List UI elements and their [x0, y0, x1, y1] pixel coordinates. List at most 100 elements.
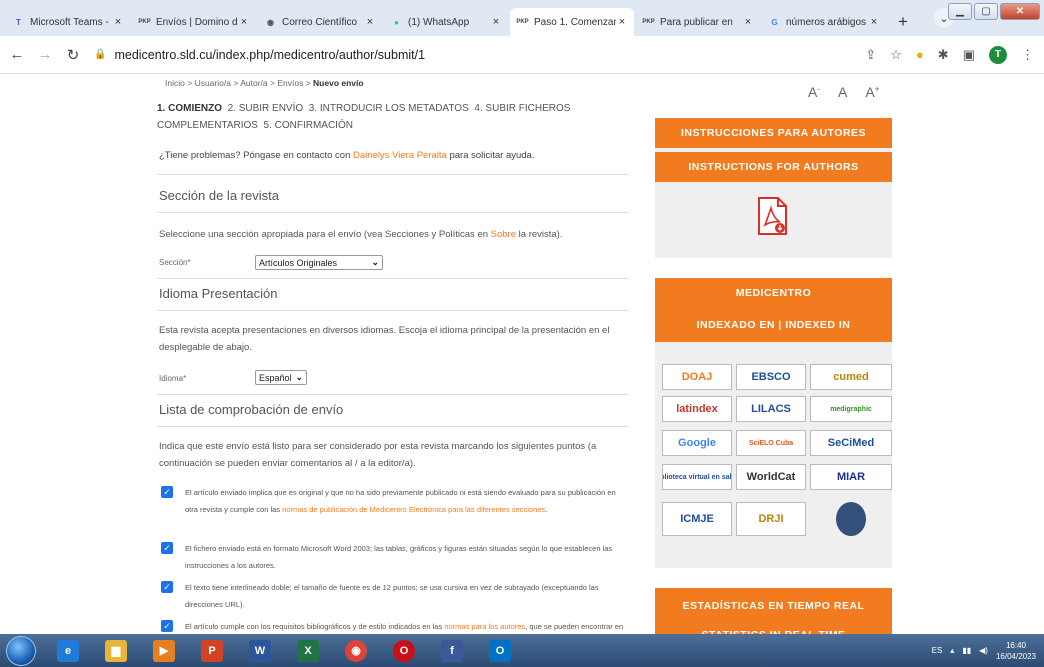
checkbox[interactable]: ✓ [161, 486, 173, 498]
browser-tab[interactable]: PKP Para publicar en × [636, 8, 760, 36]
logo-worldcat[interactable]: WorldCat [736, 464, 806, 490]
media-player-icon[interactable]: ▶ [144, 636, 184, 666]
word-icon[interactable]: W [240, 636, 280, 666]
tray-arrow-icon[interactable]: ▴ [950, 646, 954, 655]
mail-icon: ◉ [267, 17, 274, 27]
logo-lilacs[interactable]: LILACS [736, 396, 806, 422]
logo-google[interactable]: Google [662, 430, 732, 456]
browser-tab[interactable]: T Microsoft Teams - × [6, 8, 130, 36]
checklist-item-text: El artículo enviado implica que es origi… [185, 484, 627, 518]
close-tab-icon[interactable]: × [868, 16, 880, 28]
logo-miar[interactable]: MIAR [810, 464, 892, 490]
language-indicator[interactable]: ES [932, 646, 943, 655]
logo-bvs[interactable]: biblioteca virtual en salud [662, 464, 732, 490]
explorer-icon[interactable]: ▆ [96, 636, 136, 666]
logo-latindex[interactable]: latindex [662, 396, 732, 422]
contact-link[interactable]: Dainelys Viera Peralta [353, 150, 447, 161]
close-tab-icon[interactable]: × [112, 16, 124, 28]
browser-tab[interactable]: ◉ Correo Científico × [258, 8, 382, 36]
volume-icon[interactable]: ◀) [979, 646, 988, 655]
share-icon[interactable]: ⇪ [865, 47, 876, 63]
menu-icon[interactable]: ⋮ [1021, 47, 1034, 63]
logo-seal[interactable] [836, 502, 866, 536]
pdf-icon[interactable] [756, 197, 788, 235]
checklist-item: ✓ El fichero enviado está en formato Micr… [161, 540, 627, 574]
logo-doaj[interactable]: DOAJ [662, 364, 732, 390]
powerpoint-icon[interactable]: P [192, 636, 232, 666]
logo-cubamed[interactable]: cumed [810, 364, 892, 390]
checklist-text: El fichero enviado está en formato Micro… [185, 544, 613, 570]
about-link[interactable]: Sobre [491, 229, 516, 240]
font-larger-mark: + [874, 84, 880, 94]
ie-icon[interactable]: e [48, 636, 88, 666]
close-tab-icon[interactable]: × [364, 16, 376, 28]
side-panel-icon[interactable]: ▣ [963, 47, 975, 63]
network-icon[interactable]: ▮▮ [962, 646, 971, 655]
browser-tab[interactable]: PKP Envíos | Domino d × [132, 8, 256, 36]
system-tray: ES ▴ ▮▮ ◀) 16:40 16/04/2023 [932, 634, 1036, 667]
section-select[interactable]: Artículos Originales ⌄ [255, 255, 383, 270]
browser-tab[interactable]: Gnúmeros arábigos × [762, 8, 886, 36]
clock[interactable]: 16:40 16/04/2023 [996, 640, 1036, 662]
breadcrumb-author[interactable]: Autor/a [240, 78, 267, 88]
outlook-icon[interactable]: O [480, 636, 520, 666]
url-field[interactable]: 🔒 medicentro.sld.cu/index.php/medicentro… [94, 41, 865, 69]
indexed-title-bar: INDEXADO EN | INDEXED IN [655, 308, 892, 342]
extensions-puzzle-icon[interactable]: ✱ [938, 47, 949, 63]
close-tab-icon[interactable]: × [616, 16, 628, 28]
logo-scielo[interactable]: SciELO Cuba [736, 430, 806, 456]
font-smaller-button[interactable]: A- [808, 84, 820, 100]
facebook-icon[interactable]: f [432, 636, 472, 666]
instructions-en-link[interactable]: INSTRUCTIONS FOR AUTHORS [655, 152, 892, 182]
close-tab-icon[interactable]: × [490, 16, 502, 28]
breadcrumb-submissions[interactable]: Envíos [277, 78, 303, 88]
logo-medigraphic[interactable]: medigraphic [810, 396, 892, 422]
checklist-link[interactable]: normas para los autores [444, 622, 525, 631]
powerpoint-icon-glyph: P [201, 639, 223, 662]
back-button[interactable]: ← [6, 46, 28, 63]
maximize-button[interactable]: ▢ [974, 3, 998, 20]
bookmark-star-icon[interactable]: ☆ [890, 47, 902, 63]
font-size-controls: A- A A+ [808, 84, 879, 100]
checkbox[interactable]: ✓ [161, 581, 173, 593]
checklist-item-text: El artículo cumple con los requisitos bi… [185, 618, 627, 634]
browser-tab[interactable]: ● (1) WhatsApp × [384, 8, 508, 36]
forward-button[interactable]: → [34, 46, 56, 63]
logo-drji[interactable]: DRJI [736, 502, 806, 536]
stats-en-bar[interactable]: STATISTICS IN REAL TIME [655, 624, 892, 634]
lock-icon: 🔒 [94, 49, 107, 60]
profile-avatar[interactable]: T [989, 45, 1007, 64]
logo-ebsco[interactable]: EBSCO [736, 364, 806, 390]
start-button[interactable] [6, 635, 36, 666]
instructions-es-link[interactable]: INSTRUCCIONES PARA AUTORES [655, 118, 892, 148]
logo-secimed[interactable]: SeCiMed [810, 430, 892, 456]
browser-tab[interactable]: PKP Paso 1. Comenzar × [510, 8, 634, 36]
word-icon-glyph: W [249, 639, 271, 662]
close-tab-icon[interactable]: × [238, 16, 250, 28]
chevron-down-icon: ⌄ [295, 372, 303, 382]
chrome-icon[interactable]: ◉ [336, 636, 376, 666]
new-tab-button[interactable]: + [892, 11, 914, 33]
divider [157, 310, 629, 311]
window-controls: ▁ ▢ ✕ [948, 3, 1040, 20]
reload-button[interactable]: ↻ [62, 46, 84, 64]
excel-icon[interactable]: X [288, 636, 328, 666]
breadcrumb-user[interactable]: Usuario/a [195, 78, 231, 88]
pkp-icon: PKP [642, 19, 655, 25]
breadcrumb-home[interactable]: Inicio [165, 78, 185, 88]
close-tab-icon[interactable]: × [742, 16, 754, 28]
logo-icmje[interactable]: ICMJE [662, 502, 732, 536]
font-larger-button[interactable]: A+ [865, 84, 879, 100]
opera-icon[interactable]: O [384, 636, 424, 666]
checkbox[interactable]: ✓ [161, 542, 173, 554]
help-before: ¿Tiene problemas? Póngase en contacto co… [159, 150, 353, 161]
font-normal-button[interactable]: A [838, 84, 847, 100]
language-select[interactable]: Español ⌄ [255, 370, 307, 385]
checklist-link[interactable]: normas de publicación de Medicentro Elec… [282, 505, 545, 514]
checkbox[interactable]: ✓ [161, 620, 173, 632]
close-window-button[interactable]: ✕ [1000, 3, 1040, 20]
minimize-button[interactable]: ▁ [948, 3, 972, 20]
breadcrumb: Inicio > Usuario/a > Autor/a > Envíos > … [165, 78, 364, 88]
extension-icon[interactable]: ● [916, 47, 924, 62]
stats-es-bar[interactable]: ESTADÍSTICAS EN TIEMPO REAL [655, 588, 892, 624]
